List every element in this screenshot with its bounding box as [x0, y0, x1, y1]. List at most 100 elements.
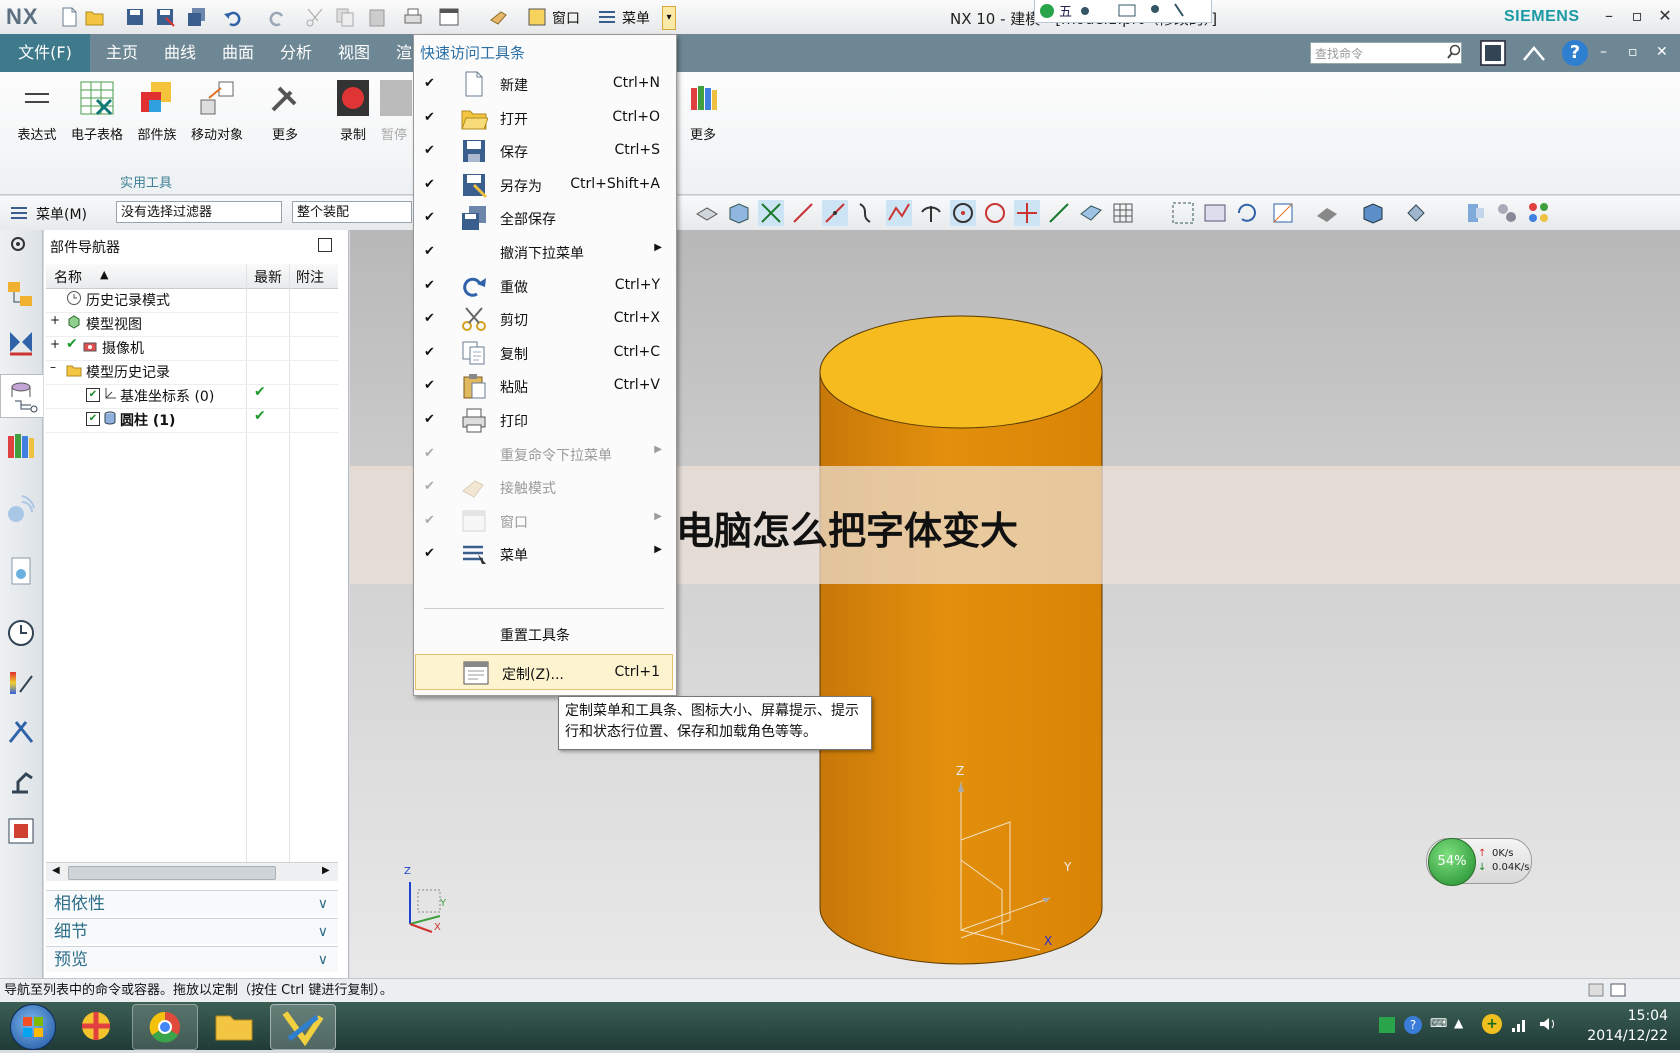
- reuse-library-icon[interactable]: [6, 430, 36, 460]
- cut-icon[interactable]: [304, 6, 326, 28]
- menu-item[interactable]: ✔ 复制 Ctrl+C: [414, 335, 672, 371]
- menu-button-label[interactable]: 菜单: [622, 8, 650, 28]
- display-cube-icon[interactable]: [1360, 200, 1386, 226]
- taskbar-app-chrome[interactable]: [132, 1004, 198, 1050]
- scroll-left-icon[interactable]: ◀: [52, 865, 60, 876]
- dependencies-panel[interactable]: 相依性 ∨: [46, 890, 338, 916]
- menu-item[interactable]: ✔ 打开 Ctrl+O: [414, 100, 672, 136]
- more-tools-button[interactable]: 更多: [254, 78, 316, 143]
- command-search-input[interactable]: 查找命令: [1310, 42, 1462, 64]
- paste-icon[interactable]: [366, 6, 388, 28]
- menu-dropdown-button[interactable]: 菜单(M): [36, 204, 87, 224]
- column-header-latest[interactable]: 最新: [254, 267, 282, 287]
- save-as-icon[interactable]: [154, 6, 176, 28]
- taskbar-app-pinwheel[interactable]: [64, 1004, 128, 1048]
- tree-row[interactable]: ✔ 基准坐标系 (0) ✔: [46, 384, 338, 409]
- quick-toolbar-dropdown-arrow[interactable]: ▾: [662, 6, 676, 30]
- start-button[interactable]: [10, 1004, 56, 1050]
- tray-network-icon[interactable]: [1510, 1014, 1530, 1034]
- orient-view-icon[interactable]: [1270, 200, 1296, 226]
- copy-icon[interactable]: [334, 6, 356, 28]
- menu-icon[interactable]: [596, 6, 618, 28]
- taskbar-clock[interactable]: 15:04 2014/12/22: [1572, 1006, 1668, 1046]
- existing-point-icon[interactable]: [1014, 200, 1040, 226]
- menu-item[interactable]: ✔ 新建 Ctrl+N: [414, 66, 672, 102]
- select-body-icon[interactable]: [726, 200, 752, 226]
- color-palette-icon[interactable]: [1526, 200, 1552, 226]
- menu-item[interactable]: ✔ 粘贴 Ctrl+V: [414, 368, 672, 404]
- menu-item[interactable]: ✔ 全部保存: [414, 200, 672, 236]
- collapse-ribbon-icon[interactable]: [1520, 40, 1548, 66]
- scrollbar-thumb[interactable]: [68, 866, 276, 880]
- memory-usage-indicator[interactable]: 54%: [1428, 838, 1476, 886]
- components-icon[interactable]: [1494, 200, 1520, 226]
- scroll-right-icon[interactable]: ▶: [322, 865, 330, 876]
- tray-ime-icon[interactable]: ⌨: [1430, 1016, 1447, 1030]
- view-triad[interactable]: [402, 868, 458, 934]
- tray-help-icon[interactable]: ?: [1404, 1016, 1422, 1034]
- arc-center-icon[interactable]: [950, 200, 976, 226]
- horizontal-scrollbar[interactable]: ◀ ▶: [46, 862, 338, 881]
- help-icon[interactable]: ?: [1562, 40, 1588, 66]
- snap-point-icon[interactable]: [758, 200, 784, 226]
- save-all-icon[interactable]: [186, 6, 208, 28]
- menu-item[interactable]: ✔ 撤消下拉菜单 ▶: [414, 234, 672, 270]
- tab-home[interactable]: 主页: [106, 34, 138, 72]
- touch-mode-icon[interactable]: [488, 6, 510, 28]
- more-record-button[interactable]: 更多: [672, 78, 734, 143]
- tree-row[interactable]: + ✔ 摄像机: [46, 336, 338, 361]
- document-icon[interactable]: [6, 556, 36, 586]
- assembly-scope-select[interactable]: 整个装配: [292, 201, 412, 223]
- status-icon-2[interactable]: [1610, 982, 1626, 998]
- menu-item[interactable]: ✔ 重做 Ctrl+Y: [414, 268, 672, 304]
- tab-render[interactable]: 渲: [396, 34, 412, 72]
- select-face-icon[interactable]: [694, 200, 720, 226]
- maximize-navigator-icon[interactable]: [318, 238, 332, 252]
- menu-item[interactable]: ✔ 菜单 ▶: [414, 536, 672, 572]
- status-icon-1[interactable]: [1588, 982, 1604, 998]
- robot-arm-icon[interactable]: [6, 766, 36, 796]
- expression-button[interactable]: 表达式: [6, 78, 68, 143]
- tab-analysis[interactable]: 分析: [280, 34, 312, 72]
- tab-surface[interactable]: 曲面: [222, 34, 254, 72]
- part-navigator-tab[interactable]: [0, 374, 43, 418]
- menu-icon[interactable]: [8, 202, 30, 224]
- menu-item[interactable]: ✔ 保存 Ctrl+S: [414, 133, 672, 169]
- pause-button[interactable]: 暂停: [376, 78, 412, 143]
- fullscreen-icon[interactable]: [1478, 38, 1508, 68]
- tree-row[interactable]: ✔ 圆柱 (1) ✔: [46, 408, 338, 433]
- control-point-icon[interactable]: [886, 200, 912, 226]
- part-family-button[interactable]: 部件族: [126, 78, 188, 143]
- column-header-notes[interactable]: 附注: [296, 267, 324, 287]
- menu-item-reset-toolbar[interactable]: 重置工具条: [414, 616, 672, 652]
- point-on-face-icon[interactable]: [1078, 200, 1104, 226]
- record-button[interactable]: 录制: [322, 78, 384, 143]
- close-button[interactable]: ✕: [1654, 6, 1676, 28]
- tree-row[interactable]: – 模型历史记录: [46, 360, 338, 385]
- collapse-icon[interactable]: –: [50, 360, 56, 374]
- print-icon[interactable]: [402, 6, 424, 28]
- tab-view[interactable]: 视图: [338, 34, 370, 72]
- expand-icon[interactable]: +: [50, 313, 60, 327]
- render-style-icon[interactable]: [1314, 200, 1340, 226]
- tab-curve[interactable]: 曲线: [164, 34, 196, 72]
- zoom-icon[interactable]: [1202, 200, 1228, 226]
- window-icon[interactable]: [438, 6, 460, 28]
- rotate-icon[interactable]: [1234, 200, 1260, 226]
- quadrant-point-icon[interactable]: [982, 200, 1008, 226]
- search-icon[interactable]: [1446, 44, 1462, 60]
- tree-row[interactable]: 历史记录模式: [46, 288, 338, 313]
- settings-gear-icon[interactable]: [6, 232, 30, 256]
- tab-file[interactable]: 文件(F): [0, 34, 90, 72]
- tree-row[interactable]: + 模型视图: [46, 312, 338, 337]
- ime-toolbar[interactable]: 五: [1034, 0, 1212, 23]
- visibility-checkbox[interactable]: ✔: [86, 412, 100, 426]
- constraint-navigator-icon[interactable]: [6, 328, 36, 358]
- info-broadcast-icon[interactable]: [6, 494, 36, 524]
- history-clock-icon[interactable]: [6, 618, 36, 648]
- redo-icon[interactable]: [266, 6, 288, 28]
- window-menu-label[interactable]: 窗口: [552, 8, 580, 28]
- minimize-button[interactable]: –: [1598, 6, 1620, 28]
- preview-panel[interactable]: 预览 ∨: [46, 946, 338, 972]
- new-file-icon[interactable]: [58, 6, 80, 28]
